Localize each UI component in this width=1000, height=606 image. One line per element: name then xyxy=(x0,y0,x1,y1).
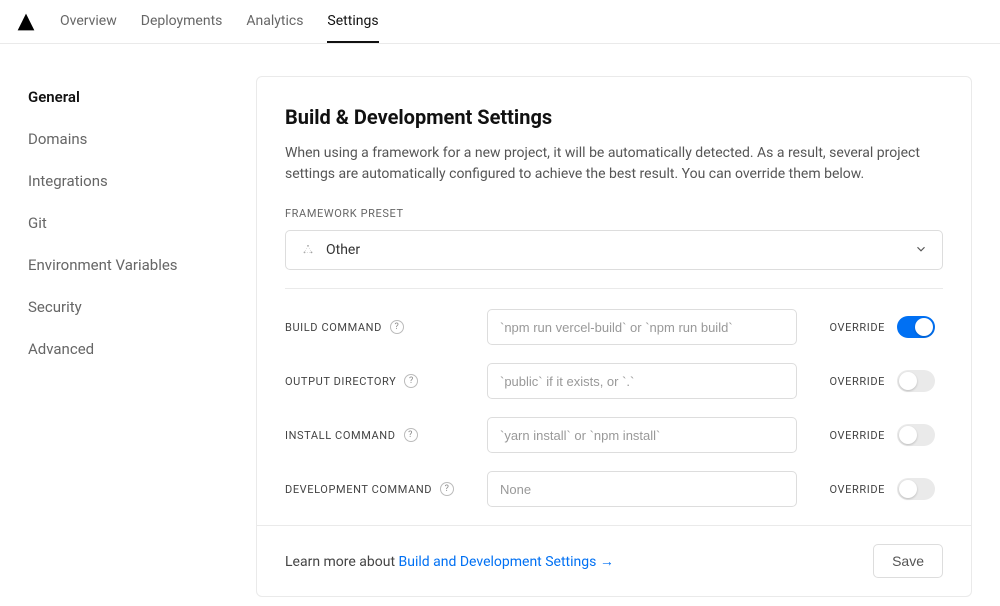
output-directory-label: OUTPUT DIRECTORY ? xyxy=(285,374,475,388)
divider xyxy=(285,288,943,289)
help-icon[interactable]: ? xyxy=(440,482,454,496)
top-nav: Overview Deployments Analytics Settings xyxy=(0,0,1000,44)
page-body: General Domains Integrations Git Environ… xyxy=(0,44,1000,597)
help-icon[interactable]: ? xyxy=(390,320,404,334)
panel-body: Build & Development Settings When using … xyxy=(257,77,971,507)
row-development-command: DEVELOPMENT COMMAND ? OVERRIDE xyxy=(285,471,943,507)
learn-more-link[interactable]: Build and Development Settings → xyxy=(399,554,614,570)
build-command-input[interactable] xyxy=(487,309,797,345)
framework-preset-select[interactable]: Other xyxy=(285,230,943,270)
sidebar-item-security[interactable]: Security xyxy=(28,298,228,316)
tab-overview[interactable]: Overview xyxy=(60,0,117,43)
development-command-label: DEVELOPMENT COMMAND ? xyxy=(285,482,475,496)
row-output-directory: OUTPUT DIRECTORY ? OVERRIDE xyxy=(285,363,943,399)
build-command-label: BUILD COMMAND ? xyxy=(285,320,475,334)
development-command-input[interactable] xyxy=(487,471,797,507)
install-command-input[interactable] xyxy=(487,417,797,453)
sidebar-item-advanced[interactable]: Advanced xyxy=(28,340,228,358)
settings-sidebar: General Domains Integrations Git Environ… xyxy=(28,76,228,597)
nav-links: Overview Deployments Analytics Settings xyxy=(60,0,379,43)
framework-preset-value: Other xyxy=(326,242,360,258)
settings-panel: Build & Development Settings When using … xyxy=(256,76,972,597)
override-label: OVERRIDE xyxy=(809,321,885,334)
output-directory-override-toggle[interactable] xyxy=(897,370,935,392)
chevron-down-icon xyxy=(914,241,928,260)
development-command-override-toggle[interactable] xyxy=(897,478,935,500)
tab-analytics[interactable]: Analytics xyxy=(246,0,303,43)
row-install-command: INSTALL COMMAND ? OVERRIDE xyxy=(285,417,943,453)
override-label: OVERRIDE xyxy=(809,429,885,442)
brand-logo xyxy=(16,12,36,32)
footer-text: Learn more about Build and Development S… xyxy=(285,553,614,570)
sidebar-item-git[interactable]: Git xyxy=(28,214,228,232)
panel-title: Build & Development Settings xyxy=(285,105,943,129)
build-command-override-toggle[interactable] xyxy=(897,316,935,338)
tab-deployments[interactable]: Deployments xyxy=(141,0,223,43)
sidebar-item-env-vars[interactable]: Environment Variables xyxy=(28,256,228,274)
install-command-override-toggle[interactable] xyxy=(897,424,935,446)
output-directory-input[interactable] xyxy=(487,363,797,399)
help-icon[interactable]: ? xyxy=(404,428,418,442)
tab-settings[interactable]: Settings xyxy=(327,0,378,43)
sidebar-item-general[interactable]: General xyxy=(28,88,228,106)
help-icon[interactable]: ? xyxy=(404,374,418,388)
panel-footer: Learn more about Build and Development S… xyxy=(257,525,971,596)
row-build-command: BUILD COMMAND ? OVERRIDE xyxy=(285,309,943,345)
save-button[interactable]: Save xyxy=(873,544,943,578)
override-label: OVERRIDE xyxy=(809,483,885,496)
panel-description: When using a framework for a new project… xyxy=(285,143,943,185)
override-label: OVERRIDE xyxy=(809,375,885,388)
framework-preset-label: FRAMEWORK PRESET xyxy=(285,207,943,220)
sidebar-item-integrations[interactable]: Integrations xyxy=(28,172,228,190)
framework-icon xyxy=(300,242,316,258)
sidebar-item-domains[interactable]: Domains xyxy=(28,130,228,148)
install-command-label: INSTALL COMMAND ? xyxy=(285,428,475,442)
